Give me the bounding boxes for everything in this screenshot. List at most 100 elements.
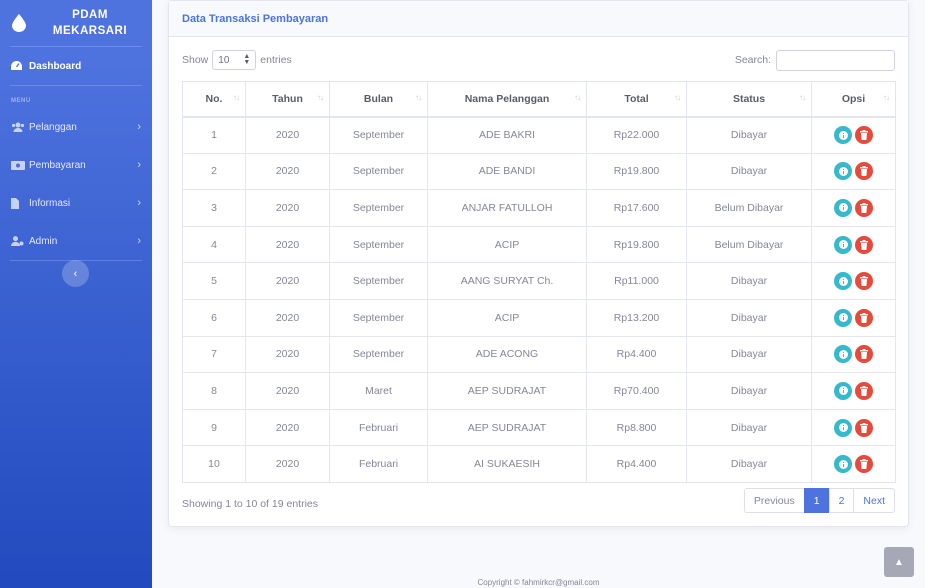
sidebar-item-pembayaran[interactable]: Pembayaran ›: [0, 146, 152, 184]
select-arrows-icon: ▲ ▼: [243, 53, 251, 66]
info-icon: [838, 276, 848, 286]
table-cell: Februari: [329, 445, 428, 483]
table-cell: Dibayar: [686, 298, 812, 337]
sidebar-item-pelanggan[interactable]: Pelanggan ›: [0, 108, 152, 146]
table-cell: Dibayar: [686, 262, 812, 300]
delete-button[interactable]: [855, 235, 873, 254]
delete-button[interactable]: [855, 418, 873, 437]
trash-icon: [860, 130, 868, 141]
delete-button[interactable]: [855, 272, 873, 291]
detail-button[interactable]: [834, 418, 852, 437]
table-cell: Rp70.400: [586, 372, 687, 410]
search-input[interactable]: [776, 49, 895, 71]
table-cell: September: [329, 116, 428, 154]
table-cell: 10: [182, 445, 246, 483]
column-header[interactable]: Opsi ↑↓: [811, 81, 896, 118]
column-header-label: Bulan: [363, 92, 394, 105]
column-header[interactable]: Total ↑↓: [586, 81, 687, 118]
trash-icon: [860, 422, 868, 433]
column-header-label: Tahun: [272, 92, 303, 105]
table-cell: Rp4.400: [586, 335, 687, 374]
table-row: 8 2020 Maret AEP SUDRAJAT Rp70.400 Dibayar: [182, 372, 896, 410]
actions-cell: [811, 262, 896, 300]
delete-button[interactable]: [855, 162, 873, 181]
detail-button[interactable]: [834, 308, 852, 327]
detail-button[interactable]: [834, 235, 852, 254]
sidebar-toggle-button[interactable]: ‹: [62, 260, 89, 287]
table-cell: ADE BANDI: [427, 152, 587, 191]
trash-icon: [860, 459, 868, 470]
table-cell: 9: [182, 408, 246, 447]
scroll-to-top-button[interactable]: ▲: [884, 547, 914, 577]
row-actions: [812, 308, 895, 327]
actions-cell: [811, 335, 896, 374]
column-header-label: Nama Pelanggan: [464, 92, 550, 105]
sidebar-item-label: Pembayaran: [29, 159, 86, 171]
detail-button[interactable]: [834, 198, 852, 217]
info-icon: [838, 166, 848, 176]
table-cell: ACIP: [427, 298, 587, 337]
table-cell: 4: [182, 225, 246, 264]
detail-button[interactable]: [834, 126, 852, 145]
actions-cell: [811, 116, 896, 154]
detail-button[interactable]: [834, 381, 852, 400]
actions-cell: [811, 408, 896, 447]
sidebar-brand[interactable]: PDAM MEKARSARI: [0, 0, 152, 46]
actions-cell: [811, 225, 896, 264]
table-cell: Rp17.600: [586, 189, 687, 227]
detail-button[interactable]: [834, 162, 852, 181]
detail-button[interactable]: [834, 455, 852, 474]
info-icon: [838, 203, 848, 213]
tachometer-icon: [11, 60, 27, 72]
column-header[interactable]: Nama Pelanggan ↑↓: [427, 81, 587, 118]
delete-button[interactable]: [855, 345, 873, 364]
delete-button[interactable]: [855, 198, 873, 217]
row-actions: [812, 162, 895, 181]
delete-button[interactable]: [855, 455, 873, 474]
table-row: 6 2020 September ACIP Rp13.200 Dibayar: [182, 298, 896, 337]
delete-button[interactable]: [855, 126, 873, 145]
pagination-previous[interactable]: Previous: [743, 488, 805, 513]
card-title: Data Transaksi Pembayaran: [169, 1, 908, 37]
table-cell: Rp11.000: [586, 262, 687, 300]
table-cell: Rp4.400: [586, 445, 687, 483]
show-label: Show: [182, 54, 209, 66]
table-cell: 2020: [245, 298, 330, 337]
row-actions: [812, 235, 895, 254]
table-cell: 2020: [245, 262, 330, 300]
table-cell: September: [329, 189, 428, 227]
column-header[interactable]: Tahun ↑↓: [245, 81, 330, 118]
detail-button[interactable]: [834, 345, 852, 364]
table-cell: Rp13.200: [586, 298, 687, 337]
column-header-label: Total: [624, 92, 649, 105]
sidebar-item-label: Informasi: [29, 197, 71, 209]
column-header-label: Opsi: [841, 92, 866, 105]
column-header-label: Status: [732, 92, 766, 105]
entries-select[interactable]: 10 ▲ ▼: [212, 50, 257, 70]
sort-icon: ↑↓: [799, 93, 806, 102]
row-actions: [812, 418, 895, 437]
table-cell: 2020: [245, 408, 330, 447]
column-header[interactable]: Bulan ↑↓: [329, 81, 428, 118]
column-header[interactable]: No. ↑↓: [182, 81, 246, 118]
chevron-up-icon: ▲: [894, 556, 904, 568]
detail-button[interactable]: [834, 272, 852, 291]
table-info: Showing 1 to 10 of 19 entries: [182, 498, 319, 510]
pagination-next[interactable]: Next: [853, 488, 895, 513]
brand-line2: MEKARSARI: [52, 25, 128, 37]
pagination-page-2[interactable]: 2: [828, 488, 855, 513]
table-row: 7 2020 September ADE ACONG Rp4.400 Dibayar: [182, 335, 896, 374]
table-cell: ADE BAKRI: [427, 116, 587, 154]
delete-button[interactable]: [855, 308, 873, 327]
transactions-card: Data Transaksi Pembayaran Show 10 ▲ ▼ ent…: [168, 0, 909, 527]
pagination-page-1[interactable]: 1: [803, 488, 830, 513]
trash-icon: [860, 349, 868, 360]
sort-icon: ↑↓: [415, 93, 422, 102]
sidebar-item-dashboard[interactable]: Dashboard: [0, 47, 152, 85]
table-search: Search:: [735, 49, 895, 71]
delete-button[interactable]: [855, 381, 873, 400]
sidebar-item-informasi[interactable]: Informasi ›: [0, 184, 152, 222]
sidebar-item-admin[interactable]: Admin ›: [0, 222, 152, 260]
table-cell: September: [329, 262, 428, 300]
column-header[interactable]: Status ↑↓: [686, 81, 812, 118]
